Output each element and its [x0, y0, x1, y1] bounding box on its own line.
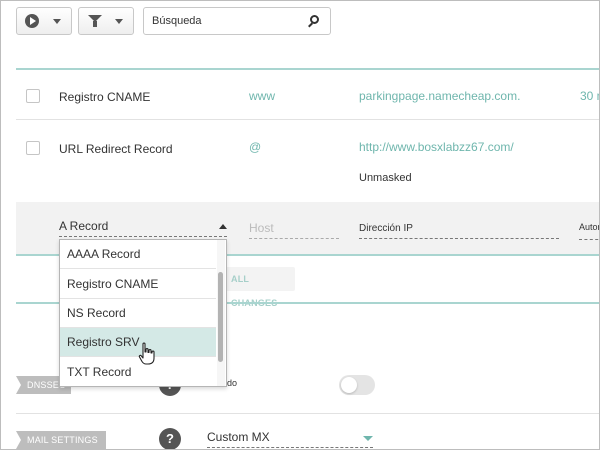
ip-address-input[interactable]: Dirección IP — [359, 223, 559, 239]
row-checkbox[interactable] — [26, 141, 40, 155]
dropdown-scroll-thumb[interactable] — [218, 272, 223, 362]
record-type: URL Redirect Record — [59, 142, 173, 156]
row-checkbox[interactable] — [26, 89, 40, 103]
search-input[interactable]: Búsqueda — [143, 7, 331, 35]
filter-button[interactable] — [78, 7, 134, 35]
help-icon[interactable]: ? — [159, 428, 181, 449]
record-ttl[interactable]: 30 m — [580, 89, 599, 103]
search-icon[interactable] — [308, 14, 322, 28]
record-host[interactable]: @ — [249, 140, 261, 154]
dropdown-option-aaaa[interactable]: AAAA Record — [60, 240, 216, 269]
dnssec-toggle[interactable] — [339, 375, 375, 395]
mail-settings-value: Custom MX — [207, 430, 270, 444]
mail-settings-select[interactable]: Custom MX — [207, 430, 373, 448]
record-type: Registro CNAME — [59, 90, 151, 104]
search-input-text: Búsqueda — [152, 15, 202, 27]
record-type-select-value: A Record — [59, 219, 109, 233]
mail-settings-tag: MAIL SETTINGS — [16, 431, 106, 449]
chevron-down-icon — [53, 19, 61, 24]
record-value[interactable]: parkingpage.namecheap.com. — [359, 89, 520, 103]
hand-cursor-icon — [138, 342, 155, 365]
header-divider — [16, 68, 599, 70]
row-divider — [16, 119, 599, 120]
dns-panel: Búsqueda Registro CNAME www parkingpage.… — [0, 0, 600, 450]
actions-button[interactable] — [16, 7, 72, 35]
save-all-changes-button[interactable]: ALL CHANGES — [223, 267, 295, 308]
record-type-select[interactable]: A Record — [59, 219, 227, 237]
chevron-down-icon — [115, 19, 123, 24]
dropdown-option-ns[interactable]: NS Record — [60, 299, 216, 328]
host-input[interactable]: Host — [249, 221, 339, 239]
chevron-up-icon — [219, 224, 227, 229]
record-value[interactable]: http://www.bosxlabzz67.com/ — [359, 140, 514, 154]
play-icon — [25, 14, 39, 28]
redirect-mode[interactable]: Unmasked — [359, 172, 412, 184]
chevron-down-icon — [363, 436, 373, 441]
row-divider — [16, 413, 599, 414]
toggle-knob — [341, 377, 357, 393]
ttl-select[interactable]: Automático — [579, 222, 599, 240]
record-host[interactable]: www — [249, 89, 275, 103]
dropdown-option-cname[interactable]: Registro CNAME — [60, 270, 216, 299]
